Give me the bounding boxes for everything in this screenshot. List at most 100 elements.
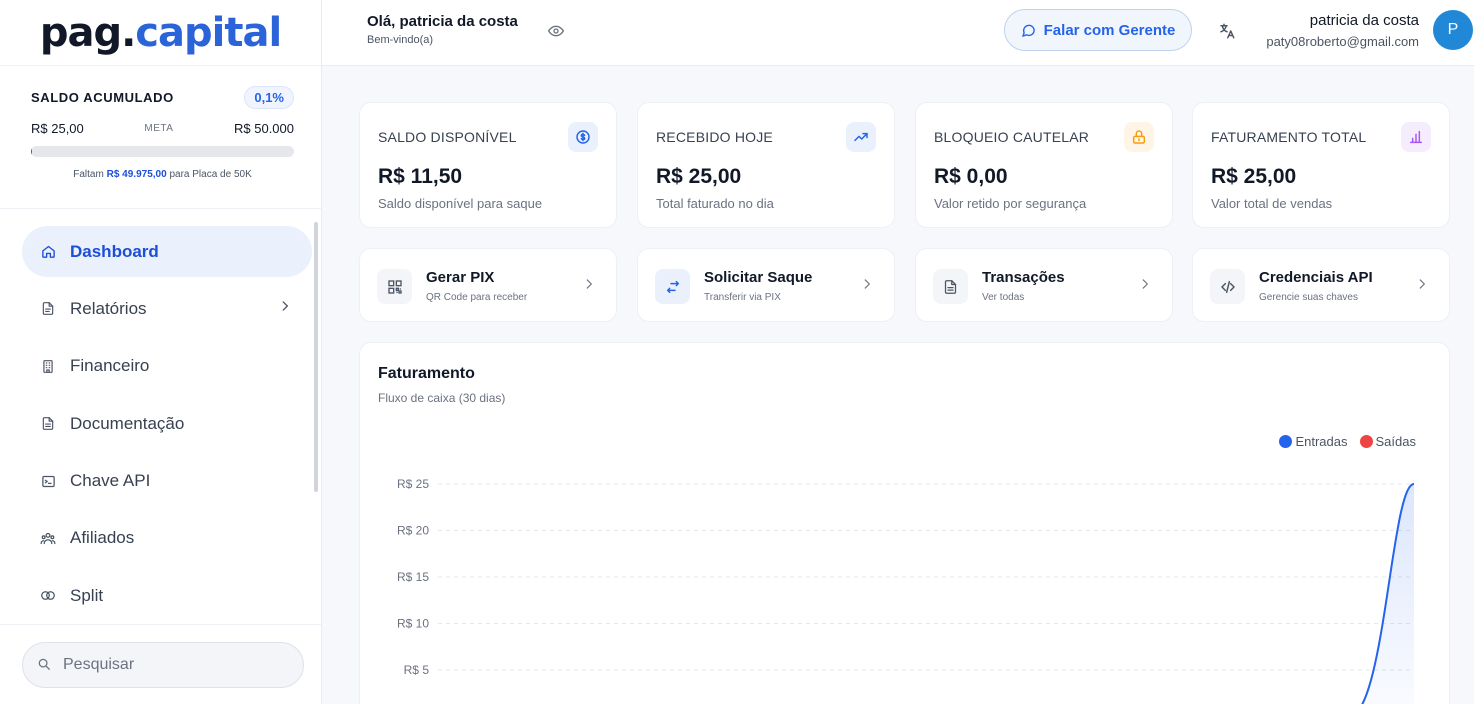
- sidebar-item-label: Chave API: [70, 471, 151, 491]
- goal-progress-bar: [31, 146, 294, 157]
- chart-subtitle: Fluxo de caixa (30 dias): [378, 391, 506, 405]
- top-header: Olá, patricia da costa Bem-vindo(a) Fala…: [322, 0, 1474, 66]
- document-icon: [933, 269, 968, 304]
- users-icon: [40, 530, 56, 546]
- greeting-text: Olá, patricia da costa: [367, 13, 518, 30]
- action-credenciais-api[interactable]: Credenciais API Gerencie suas chaves: [1192, 248, 1450, 322]
- stat-desc: Valor total de vendas: [1211, 196, 1333, 211]
- y-tick-label: R$ 5: [404, 663, 430, 677]
- faltam-suffix: para Placa de 50K: [169, 169, 252, 180]
- sidebar-item-label: Documentação: [70, 413, 185, 433]
- sidebar-item-label: Relatórios: [70, 298, 147, 318]
- search-icon: [37, 657, 51, 674]
- chart-title: Faturamento: [378, 365, 475, 382]
- action-transacoes[interactable]: Transações Ver todas: [915, 248, 1173, 322]
- stat-label: BLOQUEIO CAUTELAR: [934, 129, 1090, 145]
- sidebar-item-documentacao[interactable]: Documentação: [22, 398, 312, 449]
- eye-icon[interactable]: [548, 23, 564, 44]
- sidebar-item-relatorios[interactable]: Relatórios: [22, 283, 312, 334]
- faturamento-chart-card: R$ 25 R$ 20 R$ 15 R$ 10 R$ 5 Faturamento Flu…: [359, 342, 1450, 704]
- action-title: Transações: [982, 269, 1065, 286]
- sidebar-item-split[interactable]: Split: [22, 570, 312, 621]
- action-subtitle: Transferir via PIX: [704, 292, 781, 303]
- greeting: Olá, patricia da costa Bem-vindo(a): [367, 13, 518, 46]
- legend-dot: [1279, 435, 1293, 448]
- stat-label: RECEBIDO HOJE: [656, 129, 773, 145]
- saldo-title: SALDO ACUMULADO: [31, 90, 174, 105]
- chevron-right-icon: [860, 277, 874, 296]
- legend-label: Saídas: [1375, 434, 1416, 449]
- user-info[interactable]: patricia da costa paty08roberto@gmail.co…: [1266, 12, 1419, 49]
- stat-card-faturamento-total: FATURAMENTO TOTAL R$ 25,00 Valor total d…: [1192, 102, 1450, 228]
- stat-value: R$ 25,00: [656, 165, 742, 188]
- split-icon: [40, 588, 56, 604]
- legend-item[interactable]: Saídas: [1359, 434, 1416, 449]
- legend-dot: [1359, 435, 1373, 448]
- falar-com-gerente-button[interactable]: Falar com Gerente: [1004, 9, 1192, 51]
- stat-label: FATURAMENTO TOTAL: [1211, 129, 1367, 145]
- sidebar-nav: Dashboard Relatórios Financeiro Document…: [22, 226, 312, 628]
- trending-up-icon: [846, 122, 876, 152]
- y-tick-label: R$ 15: [397, 570, 429, 584]
- faltam-prefix: Faltam: [73, 169, 104, 180]
- action-title: Gerar PIX: [426, 269, 495, 286]
- chat-icon: [1021, 23, 1036, 38]
- sidebar-scrollbar-thumb[interactable]: [314, 222, 318, 492]
- logo-part-pag: pag.: [39, 9, 136, 56]
- stat-card-recebido-hoje: RECEBIDO HOJE R$ 25,00 Total faturado no…: [637, 102, 895, 228]
- dollar-icon: [568, 122, 598, 152]
- saldo-goal: R$ 50.000: [234, 121, 294, 136]
- action-subtitle: Gerencie suas chaves: [1259, 292, 1358, 303]
- avatar[interactable]: P: [1433, 10, 1473, 50]
- entradas-area: [1362, 484, 1414, 704]
- chevron-right-icon: [1138, 277, 1152, 296]
- sidebar-item-label: Split: [70, 585, 104, 605]
- saldo-current: R$ 25,00: [31, 121, 84, 136]
- sidebar-item-label: Dashboard: [70, 241, 159, 261]
- sidebar-item-dashboard[interactable]: Dashboard: [22, 226, 312, 277]
- chevron-right-icon: [582, 277, 596, 296]
- percent-badge: 0,1%: [244, 86, 294, 109]
- action-solicitar-saque[interactable]: Solicitar Saque Transferir via PIX: [637, 248, 895, 322]
- search-box[interactable]: [22, 642, 304, 688]
- sidebar-item-afiliados[interactable]: Afiliados: [22, 513, 312, 564]
- search-input[interactable]: [63, 656, 263, 674]
- logo-part-capital: capital: [135, 9, 282, 56]
- falar-label: Falar com Gerente: [1043, 21, 1176, 39]
- action-gerar-pix[interactable]: Gerar PIX QR Code para receber: [359, 248, 617, 322]
- stat-card-bloqueio-cautelar: BLOQUEIO CAUTELAR R$ 0,00 Valor retido p…: [915, 102, 1173, 228]
- faturamento-chart: R$ 25 R$ 20 R$ 15 R$ 10 R$ 5: [397, 477, 1415, 704]
- stat-card-saldo-disponivel: SALDO DISPONÍVEL R$ 11,50 Saldo disponív…: [359, 102, 617, 228]
- sidebar-scrollbar[interactable]: [314, 212, 318, 620]
- action-subtitle: Ver todas: [982, 292, 1025, 303]
- sidebar-item-chave-api[interactable]: Chave API: [22, 456, 312, 507]
- stat-label: SALDO DISPONÍVEL: [378, 129, 517, 145]
- action-subtitle: QR Code para receber: [426, 292, 528, 303]
- stat-desc: Valor retido por segurança: [934, 196, 1087, 211]
- translate-icon[interactable]: [1218, 22, 1236, 44]
- welcome-text: Bem-vindo(a): [367, 34, 434, 46]
- stat-desc: Saldo disponível para saque: [378, 196, 543, 211]
- action-title: Solicitar Saque: [704, 269, 813, 286]
- faltam-text: Faltam R$ 49.975,00 para Placa de 50K: [31, 169, 294, 180]
- user-name: patricia da costa: [1309, 12, 1419, 29]
- code-icon: [1210, 269, 1245, 304]
- faltam-value: R$ 49.975,00: [106, 169, 167, 180]
- stat-value: R$ 0,00: [934, 165, 1008, 188]
- building-icon: [40, 358, 56, 374]
- file-icon: [40, 301, 56, 317]
- qr-code-icon: [377, 269, 412, 304]
- stat-value: R$ 11,50: [378, 165, 463, 188]
- y-tick-label: R$ 25: [397, 477, 429, 491]
- sidebar-item-financeiro[interactable]: Financeiro: [22, 341, 312, 392]
- logo[interactable]: pag.capital: [39, 9, 282, 56]
- legend-label: Entradas: [1295, 434, 1348, 449]
- chart-legend: Entradas Saídas: [1267, 434, 1416, 449]
- sidebar-item-label: Afiliados: [70, 528, 135, 548]
- chevron-right-icon: [278, 299, 292, 318]
- legend-item[interactable]: Entradas: [1279, 434, 1348, 449]
- logo-area: pag.capital: [0, 0, 321, 66]
- chevron-right-icon: [1415, 277, 1429, 296]
- saldo-acumulado-panel: SALDO ACUMULADO 0,1% R$ 25,00 META R$ 50…: [0, 66, 321, 209]
- stat-value: R$ 25,00: [1211, 165, 1297, 188]
